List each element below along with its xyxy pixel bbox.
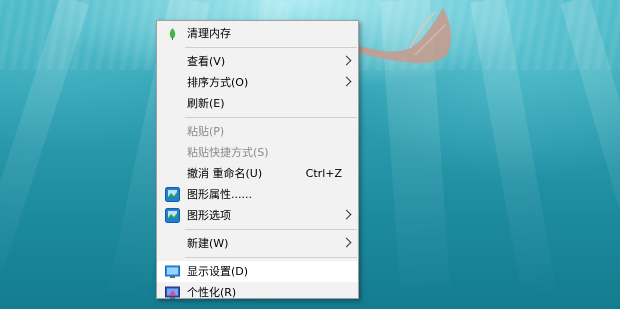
menu-item-label: 刷新(E) bbox=[187, 97, 225, 110]
shortcut-label: Ctrl+Z bbox=[305, 167, 342, 180]
menu-item-clear-memory[interactable]: 清理内存 bbox=[157, 23, 358, 44]
menu-item-personalize[interactable]: 个性化(R) bbox=[157, 282, 358, 303]
menu-item-label: 图形选项 bbox=[187, 209, 231, 222]
menu-item-label: 新建(W) bbox=[187, 237, 229, 250]
menu-item-label: 撤消 重命名(U) bbox=[187, 167, 263, 180]
menu-item-paste: 粘贴(P) bbox=[157, 121, 358, 142]
menu-separator bbox=[185, 47, 357, 48]
menu-item-paste-shortcut: 粘贴快捷方式(S) bbox=[157, 142, 358, 163]
desktop-context-menu: 清理内存 查看(V) 排序方式(O) 刷新(E) 粘贴(P) 粘贴快捷方式(S)… bbox=[156, 20, 359, 299]
personalize-icon bbox=[165, 286, 180, 299]
graphics-options-icon bbox=[165, 208, 180, 223]
mermaid-tail-image bbox=[355, 8, 452, 64]
menu-item-display-settings[interactable]: 显示设置(D) bbox=[157, 261, 358, 282]
menu-item-label: 粘贴快捷方式(S) bbox=[187, 146, 269, 159]
menu-item-graphics-properties[interactable]: 图形属性...... bbox=[157, 184, 358, 205]
chevron-right-icon bbox=[341, 237, 352, 248]
graphics-properties-icon bbox=[165, 187, 180, 202]
menu-item-undo-rename[interactable]: 撤消 重命名(U) Ctrl+Z bbox=[157, 163, 358, 184]
menu-item-refresh[interactable]: 刷新(E) bbox=[157, 93, 358, 114]
menu-item-label: 显示设置(D) bbox=[187, 265, 249, 278]
chevron-right-icon bbox=[341, 209, 352, 220]
menu-separator bbox=[185, 117, 357, 118]
menu-separator bbox=[185, 229, 357, 230]
menu-item-view[interactable]: 查看(V) bbox=[157, 51, 358, 72]
menu-separator bbox=[185, 257, 357, 258]
menu-item-label: 清理内存 bbox=[187, 27, 231, 40]
menu-item-label: 粘贴(P) bbox=[187, 125, 225, 138]
menu-item-label: 查看(V) bbox=[187, 55, 226, 68]
menu-item-label: 排序方式(O) bbox=[187, 76, 249, 89]
chevron-right-icon bbox=[341, 76, 352, 87]
desktop-background[interactable]: 清理内存 查看(V) 排序方式(O) 刷新(E) 粘贴(P) 粘贴快捷方式(S)… bbox=[0, 0, 620, 309]
menu-item-new[interactable]: 新建(W) bbox=[157, 233, 358, 254]
menu-item-sort-by[interactable]: 排序方式(O) bbox=[157, 72, 358, 93]
display-settings-icon bbox=[165, 265, 180, 278]
menu-item-graphics-options[interactable]: 图形选项 bbox=[157, 205, 358, 226]
chevron-right-icon bbox=[341, 55, 352, 66]
leaf-icon bbox=[169, 28, 176, 40]
menu-item-label: 个性化(R) bbox=[187, 286, 237, 299]
menu-item-label: 图形属性...... bbox=[187, 188, 252, 201]
